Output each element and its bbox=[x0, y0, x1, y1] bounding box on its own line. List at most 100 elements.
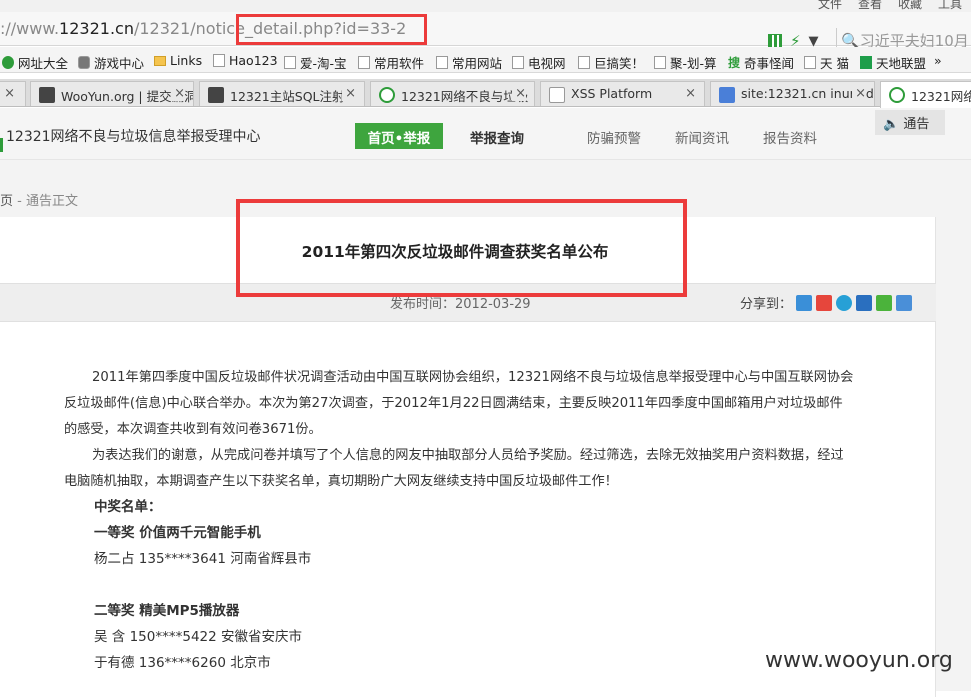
page-icon bbox=[213, 54, 225, 67]
bookmark-item[interactable]: 常用软件 bbox=[358, 53, 424, 72]
tab-label: 12321主站SQL注射- bbox=[230, 89, 350, 104]
publish-date: 发布时间：2012-03-29 bbox=[390, 297, 531, 312]
nav-home-report[interactable]: 首页•举报 bbox=[355, 123, 443, 149]
nav-reports[interactable]: 报告资料 bbox=[763, 127, 817, 147]
bookmark-label: 天 猫 bbox=[820, 56, 849, 71]
bookmark-item[interactable]: 巨搞笑！ bbox=[578, 53, 644, 72]
nav-fraud-warning[interactable]: 防骗预警 bbox=[587, 127, 641, 147]
tab-12321-sql[interactable]: 12321主站SQL注射- × bbox=[199, 81, 365, 106]
article-body: 2011年第四季度中国反垃圾邮件状况调查活动由中国互联网协会组织，12321网络… bbox=[64, 365, 854, 495]
tab-google-search[interactable]: site:12321.cn inurl:id × bbox=[710, 81, 875, 106]
nav-report-query[interactable]: 举报查询 bbox=[470, 127, 524, 147]
tencent-weibo-icon[interactable] bbox=[836, 294, 853, 311]
bookmark-label: 常用网站 bbox=[452, 56, 503, 71]
bookmark-item[interactable]: Hao123 bbox=[213, 53, 278, 68]
share-label: 分享到： bbox=[740, 297, 793, 312]
tab-strip: × WooYun.org | 提交漏洞 × 12321主站SQL注射- × 12… bbox=[0, 79, 971, 108]
bookmark-item[interactable]: 天 猫 bbox=[804, 53, 849, 72]
tab-12321-site[interactable]: 12321网络不良与垃圾 × bbox=[370, 81, 535, 106]
qzone-icon[interactable] bbox=[796, 294, 813, 311]
article-paragraph: 为表达我们的谢意，从完成问卷并填写了个人信息的网友中抽取部分人员给予奖励。经过筛… bbox=[64, 448, 844, 489]
menu-tools[interactable]: 工具 bbox=[938, 0, 962, 12]
menu-file[interactable]: 文件 bbox=[818, 0, 842, 12]
title-highlight-box bbox=[236, 199, 687, 297]
bookmark-label: 聚-划-算 bbox=[670, 56, 717, 71]
prize2-winner: 吴 含 150****5422 安徽省安庆市 bbox=[94, 629, 302, 645]
bookmark-label: 常用软件 bbox=[374, 56, 425, 71]
bookmark-item[interactable]: 电视网 bbox=[512, 53, 566, 72]
close-icon[interactable]: × bbox=[512, 86, 526, 101]
close-icon[interactable]: × bbox=[171, 86, 185, 101]
bookmark-item[interactable]: 搜奇事怪闻 bbox=[728, 53, 794, 72]
browser-menubar: 文件 查看 收藏 工具 bbox=[0, 0, 971, 12]
renren-icon[interactable] bbox=[856, 294, 873, 311]
page-icon bbox=[654, 56, 666, 69]
bookmark-item[interactable]: 爱-淘-宝 bbox=[284, 53, 347, 72]
bookmarks-bar: 网址大全 游戏中心 Links Hao123 爱-淘-宝 常用软件 常用网站 电… bbox=[0, 47, 971, 73]
wooyun-watermark: www.wooyun.org bbox=[765, 648, 953, 673]
page-icon bbox=[358, 56, 370, 69]
breadcrumb: 页 - 通告正文 bbox=[0, 190, 78, 209]
site-header: 12321网络不良与垃圾信息举报受理中心 首页•举报 举报查询 防骗预警 新闻资… bbox=[0, 108, 971, 160]
12321-icon bbox=[379, 87, 395, 103]
12321-icon bbox=[889, 87, 905, 103]
prize2-winner: 于有德 136****6260 北京市 bbox=[94, 655, 271, 671]
close-icon[interactable]: × bbox=[4, 86, 15, 101]
bookmarks-more[interactable]: » bbox=[934, 53, 942, 68]
weibo-icon[interactable] bbox=[816, 294, 833, 311]
bookmark-item[interactable]: 天地联盟 bbox=[860, 53, 926, 72]
bookmark-label: 爱-淘-宝 bbox=[300, 56, 347, 71]
breadcrumb-current: 通告正文 bbox=[25, 194, 78, 209]
page-icon bbox=[512, 56, 524, 69]
tab-label: XSS Platform bbox=[571, 86, 653, 101]
share-more-icon[interactable] bbox=[896, 294, 913, 311]
winners-heading: 中奖名单： bbox=[94, 499, 162, 515]
prize2-heading: 二等奖 精美MP5播放器 bbox=[94, 603, 240, 619]
close-icon[interactable]: × bbox=[852, 86, 866, 101]
tab-partial[interactable]: × bbox=[0, 81, 26, 106]
bookmark-item[interactable]: 常用网站 bbox=[436, 53, 502, 72]
bookmark-label: 巨搞笑！ bbox=[594, 56, 645, 71]
bookmark-item[interactable]: 游戏中心 bbox=[78, 53, 144, 72]
union-icon bbox=[860, 56, 872, 69]
wooyun-icon bbox=[208, 87, 224, 103]
bookmark-label: 电视网 bbox=[528, 56, 566, 71]
wooyun-icon bbox=[39, 87, 55, 103]
prize1-heading: 一等奖 价值两千元智能手机 bbox=[94, 525, 261, 541]
bookmark-label: 奇事怪闻 bbox=[744, 56, 795, 71]
site-title: 12321网络不良与垃圾信息举报受理中心 bbox=[6, 129, 261, 145]
page-icon bbox=[549, 87, 565, 103]
article-paragraph: 2011年第四季度中国反垃圾邮件状况调查活动由中国互联网协会组织，12321网络… bbox=[64, 370, 854, 437]
close-icon[interactable]: × bbox=[342, 86, 356, 101]
prize1-winner: 杨二占 135****3641 河南省辉县市 bbox=[94, 551, 312, 567]
gamepad-icon bbox=[78, 56, 90, 69]
close-icon[interactable]: × bbox=[685, 86, 696, 101]
menu-view[interactable]: 查看 bbox=[858, 0, 882, 12]
bookmark-label: 网址大全 bbox=[18, 56, 69, 71]
url-domain: 12321.cn bbox=[59, 19, 134, 38]
bookmark-label: 游戏中心 bbox=[94, 56, 145, 71]
bookmark-item[interactable]: 聚-划-算 bbox=[654, 53, 717, 72]
page-icon bbox=[284, 56, 296, 69]
speaker-icon: 🔈 bbox=[883, 117, 900, 132]
wechat-icon[interactable] bbox=[876, 294, 893, 311]
tab-xss-platform[interactable]: XSS Platform × bbox=[540, 81, 705, 106]
menu-favorites[interactable]: 收藏 bbox=[898, 0, 922, 12]
notice-button[interactable]: 🔈 通告 bbox=[875, 110, 945, 135]
page-icon bbox=[436, 56, 448, 69]
breadcrumb-home[interactable]: 页 bbox=[0, 194, 13, 209]
tab-label: 12321网络 bbox=[911, 89, 971, 104]
sou-icon: 搜 bbox=[728, 56, 741, 70]
bookmark-label: Hao123 bbox=[229, 53, 278, 68]
nav-news[interactable]: 新闻资讯 bbox=[675, 127, 729, 147]
tab-label: 12321网络不良与垃圾 bbox=[401, 89, 529, 104]
tab-wooyun[interactable]: WooYun.org | 提交漏洞 × bbox=[30, 81, 194, 106]
bookmark-item[interactable]: Links bbox=[154, 53, 202, 68]
bookmark-label: Links bbox=[170, 53, 203, 68]
qrcode-icon[interactable] bbox=[768, 34, 782, 48]
tab-active-12321[interactable]: 12321网络 bbox=[880, 81, 971, 108]
site-logo-accent bbox=[0, 138, 3, 152]
share-bar: 分享到： bbox=[740, 293, 913, 312]
bookmark-label: 天地联盟 bbox=[876, 56, 927, 71]
bookmark-item[interactable]: 网址大全 bbox=[2, 53, 68, 72]
